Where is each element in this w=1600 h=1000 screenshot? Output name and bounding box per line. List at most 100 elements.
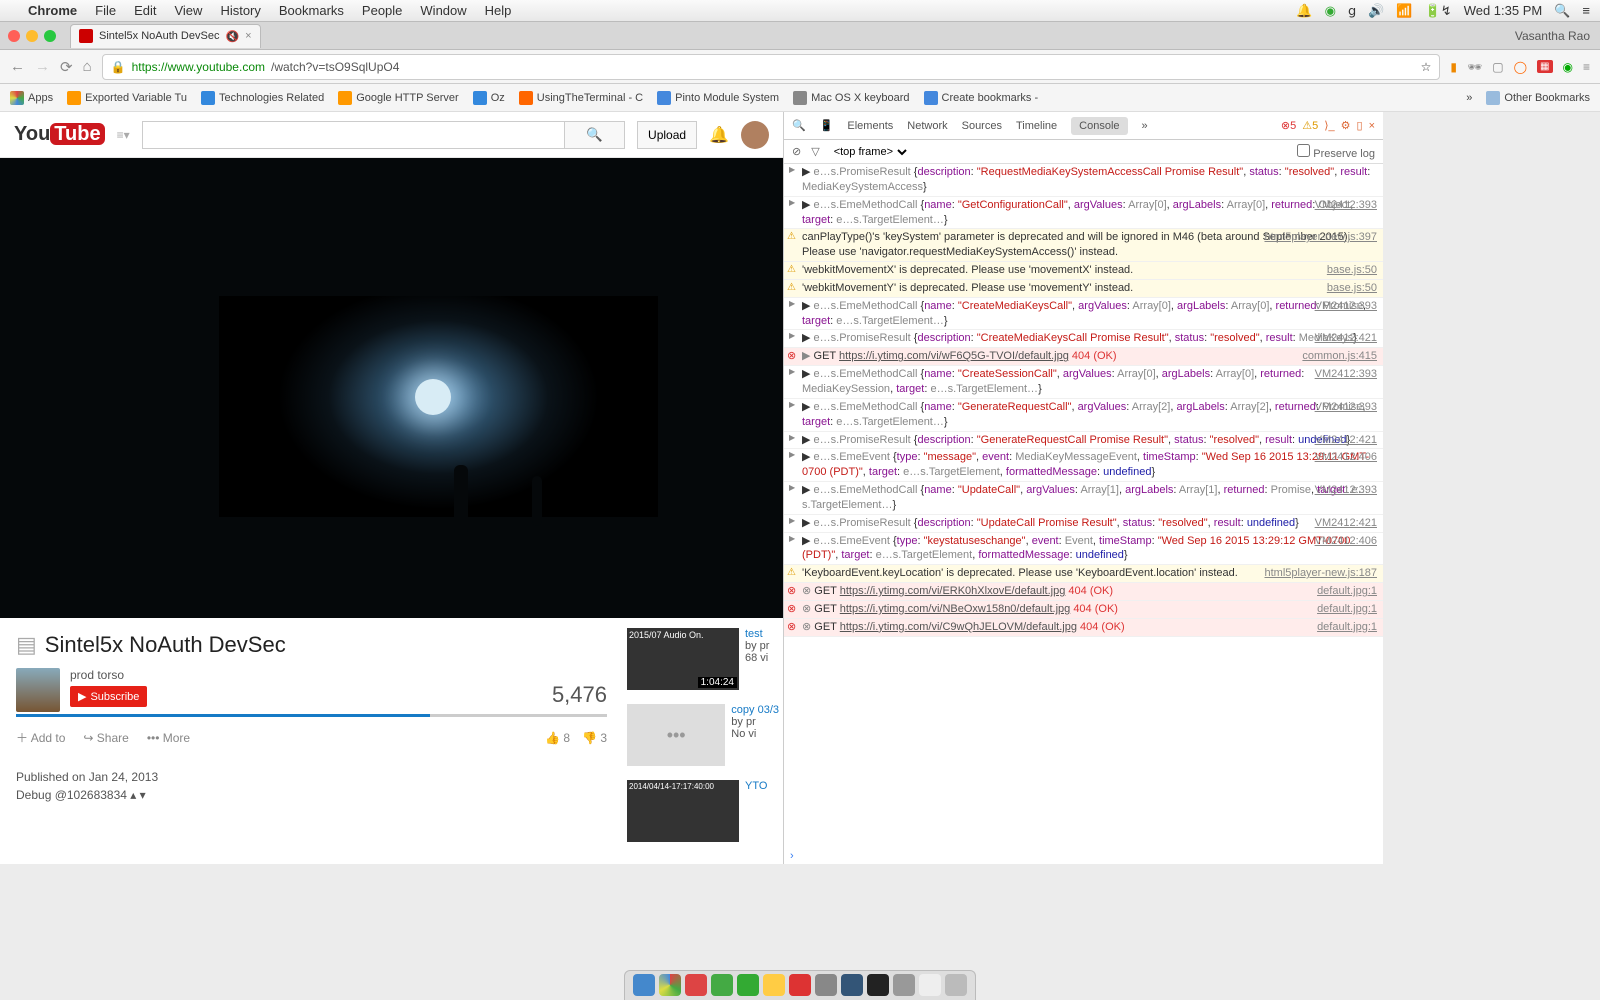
spotlight-icon[interactable]: 🔍 — [1554, 3, 1570, 19]
dock-app-icon[interactable] — [737, 974, 759, 996]
macos-dock[interactable] — [624, 970, 976, 1000]
lock-icon[interactable]: 🔒 — [111, 60, 126, 74]
filter-icon[interactable]: ▽ — [811, 145, 819, 158]
console-line[interactable]: ▶ e…s.EmeMethodCall {name: "UpdateCall",… — [784, 482, 1383, 515]
tab-audio-icon[interactable]: 🔇 — [225, 30, 239, 43]
devtools-tab-network[interactable]: Network — [907, 120, 947, 132]
console-line[interactable]: ▶ e…s.PromiseResult {description: "Updat… — [784, 515, 1383, 533]
console-prompt[interactable]: › — [784, 848, 1383, 864]
suggested-video[interactable]: 2014/04/14-17:17:40:00 YTO — [627, 780, 779, 842]
channel-name[interactable]: prod torso — [70, 668, 147, 682]
cast-icon[interactable]: ▢ — [1492, 60, 1503, 74]
menu-window[interactable]: Window — [420, 3, 466, 18]
ext-icon[interactable]: ▮ — [1450, 60, 1457, 74]
devtools-tab-elements[interactable]: Elements — [847, 120, 893, 132]
close-tab-icon[interactable]: × — [245, 30, 251, 42]
bookmark-item[interactable]: Pinto Module System — [657, 91, 779, 105]
console-line[interactable]: ⊗ GET https://i.ytimg.com/vi/ERK0hXlxovE… — [784, 583, 1383, 601]
dock-app-icon[interactable] — [711, 974, 733, 996]
menu-file[interactable]: File — [95, 3, 116, 18]
device-icon[interactable]: 📱 — [820, 119, 834, 132]
like-button[interactable]: 👍 8 — [545, 731, 570, 745]
menu-bookmarks[interactable]: Bookmarks — [279, 3, 344, 18]
bookmark-item[interactable]: Create bookmarks - — [924, 91, 1039, 105]
reload-button[interactable]: ⟳ — [60, 58, 73, 76]
dock-app-icon[interactable] — [841, 974, 863, 996]
search-button[interactable]: 🔍 — [565, 121, 625, 149]
volume-icon[interactable]: 🔊 — [1368, 3, 1384, 19]
channel-avatar[interactable] — [16, 668, 60, 712]
console-line[interactable]: ▶ e…s.PromiseResult {description: "Creat… — [784, 330, 1383, 348]
inspect-icon[interactable]: 🔍 — [792, 119, 806, 132]
sync-icon[interactable]: ◉ — [1325, 3, 1336, 19]
menu-view[interactable]: View — [174, 3, 202, 18]
console-line[interactable]: ⊗ GET https://i.ytimg.com/vi/NBeOxw158n0… — [784, 601, 1383, 619]
dislike-button[interactable]: 👎 3 — [582, 731, 607, 745]
dock-icon[interactable]: ▯ — [1357, 119, 1363, 132]
ext-icon[interactable]: ◉ — [1563, 60, 1573, 74]
bookmark-item[interactable]: Mac OS X keyboard — [793, 91, 909, 105]
drawer-icon[interactable]: ⟩_ — [1324, 119, 1334, 132]
battery-icon[interactable]: 🔋↯ — [1425, 3, 1452, 19]
console-line[interactable]: ⊗ GET https://i.ytimg.com/vi/C9wQhJELOVM… — [784, 619, 1383, 637]
error-count[interactable]: ⊗5 — [1281, 119, 1296, 132]
warning-count[interactable]: ⚠5 — [1302, 119, 1318, 132]
chrome-menu-icon[interactable]: ≡ — [1583, 60, 1590, 74]
dock-app-icon[interactable] — [893, 974, 915, 996]
bookmark-overflow[interactable]: » — [1466, 92, 1472, 104]
dock-app-icon[interactable] — [815, 974, 837, 996]
menu-people[interactable]: People — [362, 3, 402, 18]
home-button[interactable]: ⌂ — [83, 58, 92, 75]
dock-trash-icon[interactable] — [945, 974, 967, 996]
ext-icon[interactable]: ▦ — [1537, 60, 1552, 73]
playlist-icon[interactable]: ▤ — [16, 632, 37, 658]
console-line[interactable]: ▶ e…s.EmeMethodCall {name: "GetConfigura… — [784, 197, 1383, 230]
console-line[interactable]: ▶ e…s.PromiseResult {description: "Gener… — [784, 432, 1383, 450]
devtools-tab-more[interactable]: » — [1142, 120, 1148, 132]
ext-icon[interactable]: 🕶 — [1467, 60, 1482, 74]
bookmark-item[interactable]: UsingTheTerminal - C — [519, 91, 643, 105]
browser-tab[interactable]: Sintel5x NoAuth DevSec 🔇 × — [70, 24, 261, 48]
app-name[interactable]: Chrome — [28, 3, 77, 18]
dock-finder-icon[interactable] — [633, 974, 655, 996]
apps-button[interactable]: Apps — [10, 91, 53, 105]
console-line[interactable]: ▶ e…s.PromiseResult {description: "Reque… — [784, 164, 1383, 197]
console-line[interactable]: canPlayType()'s 'keySystem' parameter is… — [784, 229, 1383, 262]
bookmark-item[interactable]: Exported Variable Tu — [67, 91, 187, 105]
console-line[interactable]: ▶ e…s.EmeMethodCall {name: "CreateMediaK… — [784, 298, 1383, 331]
back-button[interactable]: ← — [10, 58, 25, 75]
menu-icon[interactable]: ≡ — [1582, 3, 1590, 18]
dock-app-icon[interactable] — [789, 974, 811, 996]
other-bookmarks[interactable]: Other Bookmarks — [1486, 91, 1590, 105]
console-output[interactable]: ▶ e…s.PromiseResult {description: "Reque… — [784, 164, 1383, 848]
close-devtools-icon[interactable]: × — [1369, 120, 1375, 132]
console-line[interactable]: 'webkitMovementX' is deprecated. Please … — [784, 262, 1383, 280]
guide-icon[interactable]: ≡▾ — [117, 128, 130, 142]
user-avatar[interactable] — [741, 121, 769, 149]
bookmark-item[interactable]: Google HTTP Server — [338, 91, 459, 105]
console-line[interactable]: ▶ GET https://i.ytimg.com/vi/wF6Q5G-TVOI… — [784, 348, 1383, 366]
google-icon[interactable]: 𝗀 — [1348, 3, 1356, 19]
console-line[interactable]: ▶ e…s.EmeEvent {type: "message", event: … — [784, 449, 1383, 482]
console-line[interactable]: 'webkitMovementY' is deprecated. Please … — [784, 280, 1383, 298]
notification-icon[interactable]: 🔔 — [1296, 3, 1312, 19]
ext-icon[interactable]: ◯ — [1514, 60, 1527, 74]
bookmark-item[interactable]: Oz — [473, 91, 505, 105]
youtube-logo[interactable]: YouTube — [14, 123, 105, 146]
clock[interactable]: Wed 1:35 PM — [1464, 3, 1543, 18]
dock-app-icon[interactable] — [763, 974, 785, 996]
window-close-button[interactable] — [8, 30, 20, 42]
dock-app-icon[interactable] — [919, 974, 941, 996]
dock-app-icon[interactable] — [685, 974, 707, 996]
share-button[interactable]: ↪ Share — [83, 731, 128, 745]
preserve-log-checkbox[interactable]: Preserve log — [1297, 144, 1375, 160]
address-bar[interactable]: 🔒 https://www.youtube.com/watch?v=tsO9Sq… — [102, 54, 1441, 80]
suggested-video[interactable]: ••• copy 03/3by prNo vi — [627, 704, 779, 766]
devtools-tab-sources[interactable]: Sources — [962, 120, 1002, 132]
upload-button[interactable]: Upload — [637, 121, 697, 149]
addto-button[interactable]: ＋ Add to — [16, 729, 65, 746]
dock-chrome-icon[interactable] — [659, 974, 681, 996]
clear-console-icon[interactable]: ⊘ — [792, 145, 801, 158]
dock-terminal-icon[interactable] — [867, 974, 889, 996]
devtools-tab-timeline[interactable]: Timeline — [1016, 120, 1057, 132]
